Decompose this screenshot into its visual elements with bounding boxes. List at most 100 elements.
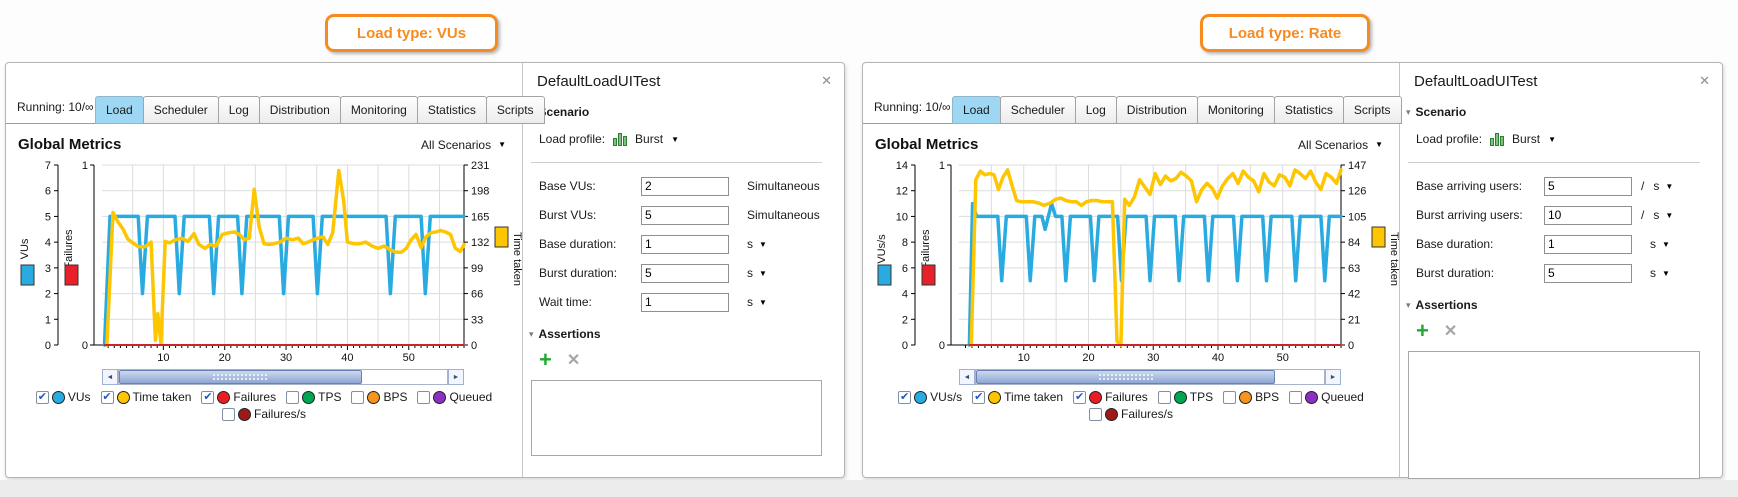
chevron-down-icon[interactable]: ▼ [671,135,679,144]
legend-label: Time taken [1004,390,1064,404]
failures-checkbox[interactable]: ✔ [201,390,215,404]
svg-text:8: 8 [902,237,908,249]
svg-text:3: 3 [45,263,51,275]
assertions-section-header[interactable]: ▾ Assertions [1406,298,1722,312]
burst-profile-icon [1490,132,1505,146]
tps-checkbox[interactable] [286,390,300,404]
tab-scheduler[interactable]: Scheduler [142,96,219,124]
scenario-section-label: Scenario [1415,105,1467,119]
base-duration-input[interactable] [1544,234,1632,254]
burst-vus-input[interactable] [641,205,729,225]
svg-text:1: 1 [82,160,88,172]
svg-text:105: 105 [1348,211,1366,223]
unit-dropdown-icon[interactable]: ▼ [759,240,767,249]
tab-scripts[interactable]: Scripts [485,96,545,124]
all-scenarios-dropdown[interactable]: All Scenarios ▼ [1298,138,1383,152]
assertions-list[interactable] [1408,351,1700,479]
failures-per-s-checkbox[interactable] [1088,407,1102,421]
tab-distribution[interactable]: Distribution [258,96,341,124]
load-profile-dropdown[interactable]: Burst [635,132,663,146]
scrollbar-track[interactable] [118,369,448,385]
scenario-section-header[interactable]: ▾ Scenario [1406,105,1722,119]
failures-checkbox[interactable]: ✔ [1073,390,1087,404]
scroll-right-button[interactable]: ► [1325,369,1341,385]
svg-text:231: 231 [471,160,489,172]
time-taken-checkbox[interactable]: ✔ [100,390,114,404]
assertions-section-label: Assertions [1415,298,1478,312]
close-icon[interactable]: ✕ [1699,73,1710,89]
tab-scheduler[interactable]: Scheduler [999,96,1076,124]
unit-dropdown-icon[interactable]: ▼ [1662,269,1670,278]
burst-duration-input[interactable] [1544,263,1632,283]
tab-statistics[interactable]: Statistics [1273,96,1344,124]
field-row: Burst duration: s ▼ [1416,263,1722,283]
vus-checkbox[interactable]: ✔ [35,390,49,404]
failures-per-s-color-icon [1104,407,1118,421]
scroll-right-button[interactable]: ► [448,369,464,385]
scenario-section-header[interactable]: ▾ Scenario [529,105,844,119]
load-profile-dropdown[interactable]: Burst [1512,132,1540,146]
burst-arriving-users-input[interactable] [1544,205,1632,225]
chevron-down-icon: ▼ [1375,140,1383,149]
tab-monitoring[interactable]: Monitoring [339,96,418,124]
panel-title: DefaultLoadUITest [1414,73,1538,90]
field-row: Base arriving users: / s ▼ [1416,176,1722,196]
scrollbar-thumb[interactable] [119,370,362,384]
add-assertion-button[interactable]: + [1416,320,1429,342]
unit-dropdown-icon[interactable]: ▼ [1665,211,1673,220]
scenario-section-label: Scenario [538,105,590,119]
tps-checkbox[interactable] [1157,390,1171,404]
bps-color-icon [367,390,381,404]
chevron-down-icon: ▼ [498,140,506,149]
unit-dropdown-icon[interactable]: ▼ [1665,182,1673,191]
tab-statistics[interactable]: Statistics [416,96,487,124]
add-assertion-button[interactable]: + [539,349,552,371]
tab-distribution[interactable]: Distribution [1115,96,1198,124]
bps-checkbox[interactable] [351,390,365,404]
bps-checkbox[interactable] [1223,390,1237,404]
failures-per-s-checkbox[interactable] [221,407,235,421]
scroll-left-button[interactable]: ◄ [959,369,975,385]
tab-monitoring[interactable]: Monitoring [1196,96,1275,124]
chart-scrollbar[interactable]: ◄ ► [102,369,464,385]
time-taken-checkbox[interactable]: ✔ [972,390,986,404]
all-scenarios-dropdown[interactable]: All Scenarios ▼ [421,138,506,152]
tab-log[interactable]: Log [1074,96,1117,124]
tps-color-icon [1173,390,1187,404]
remove-assertion-button[interactable]: ✕ [567,350,580,370]
svg-text:0: 0 [902,340,908,352]
vus-per-s-checkbox[interactable]: ✔ [898,390,912,404]
tab-load[interactable]: Load [95,96,144,124]
svg-text:1: 1 [939,160,945,172]
legend-label: VUs [67,390,91,404]
slash-separator: / [1641,179,1645,193]
scrollbar-track[interactable] [975,369,1325,385]
assertions-list[interactable] [531,380,822,456]
remove-assertion-button[interactable]: ✕ [1444,321,1457,341]
svg-text:Failures: Failures [63,229,75,269]
tab-scripts[interactable]: Scripts [1342,96,1402,124]
wait-time-input[interactable] [641,292,729,312]
tab-log[interactable]: Log [217,96,260,124]
base-arriving-users-label: Base arriving users: [1416,179,1523,193]
base-arriving-users-input[interactable] [1544,176,1632,196]
unit-dropdown-icon[interactable]: ▼ [1662,240,1670,249]
base-vus-label: Base VUs: [539,179,596,193]
unit-dropdown-icon[interactable]: ▼ [759,298,767,307]
queued-checkbox[interactable] [417,390,431,404]
base-duration-input[interactable] [641,234,729,254]
base-vus-input[interactable] [641,176,729,196]
scroll-left-button[interactable]: ◄ [102,369,118,385]
burst-duration-input[interactable] [641,263,729,283]
queued-checkbox[interactable] [1289,390,1303,404]
assertions-section-header[interactable]: ▾ Assertions [529,327,844,341]
scrollbar-thumb[interactable] [976,370,1276,384]
close-icon[interactable]: ✕ [821,73,832,89]
tab-load[interactable]: Load [952,96,1001,124]
legend-item-time-taken: ✔ Time taken [100,390,191,404]
collapse-triangle-icon: ▾ [529,328,534,339]
svg-text:40: 40 [1212,352,1224,364]
chevron-down-icon[interactable]: ▼ [1548,135,1556,144]
chart-scrollbar[interactable]: ◄ ► [959,369,1341,385]
unit-dropdown-icon[interactable]: ▼ [759,269,767,278]
